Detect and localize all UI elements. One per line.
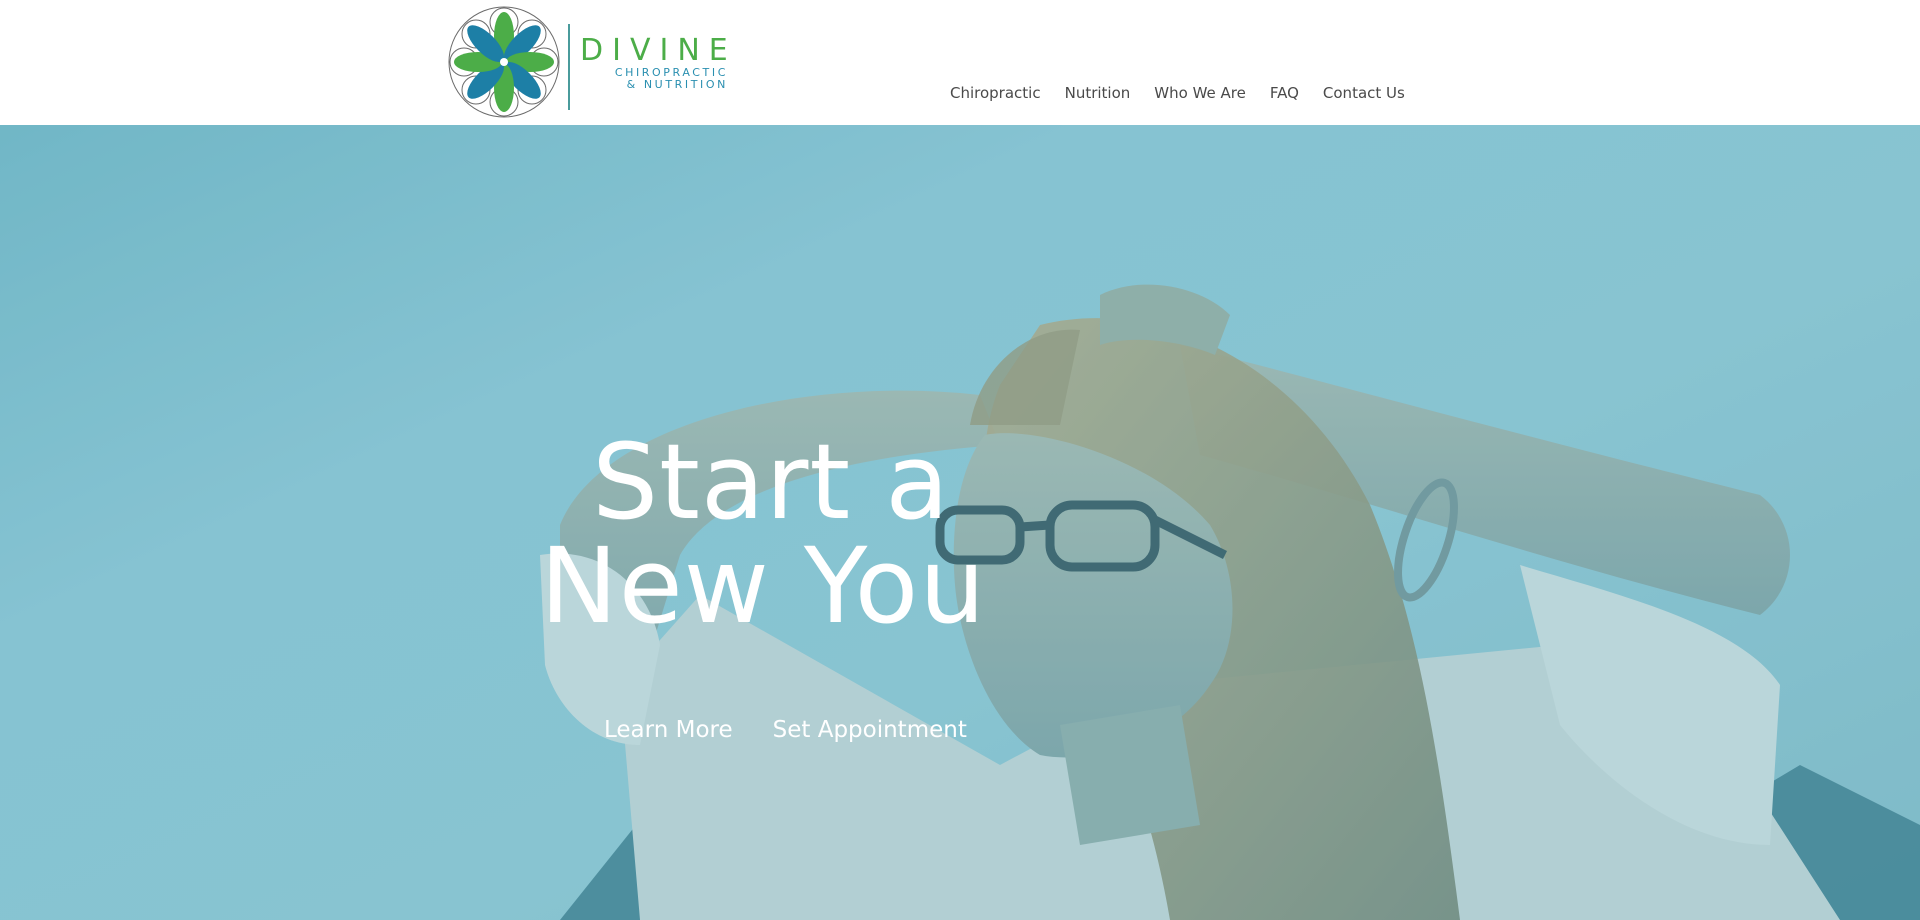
logo-divider	[568, 24, 570, 110]
site-header: DIVINE CHIROPRACTIC & NUTRITION Chiropra…	[0, 0, 1920, 125]
hero-title-line2: New You	[540, 525, 987, 647]
site-logo[interactable]: DIVINE CHIROPRACTIC & NUTRITION	[446, 4, 728, 120]
nav-item-chiropractic[interactable]: Chiropractic	[950, 84, 1041, 106]
nav-item-contact-us[interactable]: Contact Us	[1323, 84, 1405, 106]
hero-actions: Learn More Set Appointment	[604, 717, 967, 743]
brand-tagline-line2: & NUTRITION	[626, 78, 728, 91]
set-appointment-button[interactable]: Set Appointment	[773, 717, 967, 743]
brand-name: DIVINE	[580, 33, 737, 68]
learn-more-button[interactable]: Learn More	[604, 717, 733, 743]
nav-item-who-we-are[interactable]: Who We Are	[1154, 84, 1246, 106]
flower-logo-icon	[448, 6, 560, 118]
hero-section: Start a New You Learn More Set Appointme…	[0, 125, 1920, 920]
main-nav: Chiropractic Nutrition Who We Are FAQ Co…	[950, 84, 1405, 106]
hero-title: Start a New You	[540, 421, 987, 647]
hero-color-overlay	[0, 125, 1920, 920]
nav-item-nutrition[interactable]: Nutrition	[1065, 84, 1131, 106]
nav-item-faq[interactable]: FAQ	[1270, 84, 1299, 106]
hero-title-line1: Start a	[592, 421, 950, 543]
